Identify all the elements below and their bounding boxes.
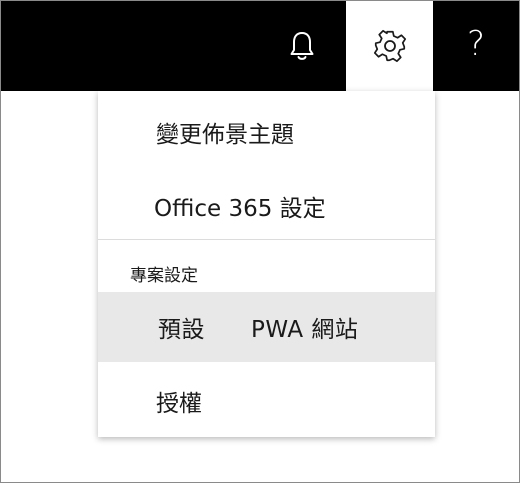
help-button[interactable]: ?: [433, 1, 519, 91]
bell-icon: [290, 32, 313, 60]
top-navigation-bar: ?: [1, 1, 519, 91]
settings-button[interactable]: [346, 1, 433, 91]
menu-item-default-pwa-site[interactable]: 預設 PWA 網站: [98, 292, 435, 362]
settings-dropdown-menu: 變更佈景主題 Office 365 設定 專案設定 預設 PWA 網站 授權: [98, 91, 435, 437]
gear-icon: [373, 29, 406, 63]
menu-item-license[interactable]: 授權: [98, 374, 435, 428]
section-header-project-settings: 專案設定: [130, 266, 198, 286]
menu-item-label: Office 365 設定: [154, 196, 326, 222]
screenshot-frame: ? 變更佈景主題 Office 365 設定 專案設定 預設 PWA 網站 授權: [0, 0, 520, 483]
menu-item-label: 預設 PWA 網站: [158, 317, 359, 343]
menu-item-label: 授權: [156, 391, 202, 417]
menu-item-office365-settings[interactable]: Office 365 設定: [98, 179, 435, 233]
menu-item-label: 變更佈景主題: [156, 122, 294, 148]
question-mark-icon: ?: [466, 24, 486, 64]
menu-item-change-theme[interactable]: 變更佈景主題: [98, 105, 435, 159]
notifications-button[interactable]: [259, 1, 344, 91]
menu-divider: [98, 239, 435, 240]
